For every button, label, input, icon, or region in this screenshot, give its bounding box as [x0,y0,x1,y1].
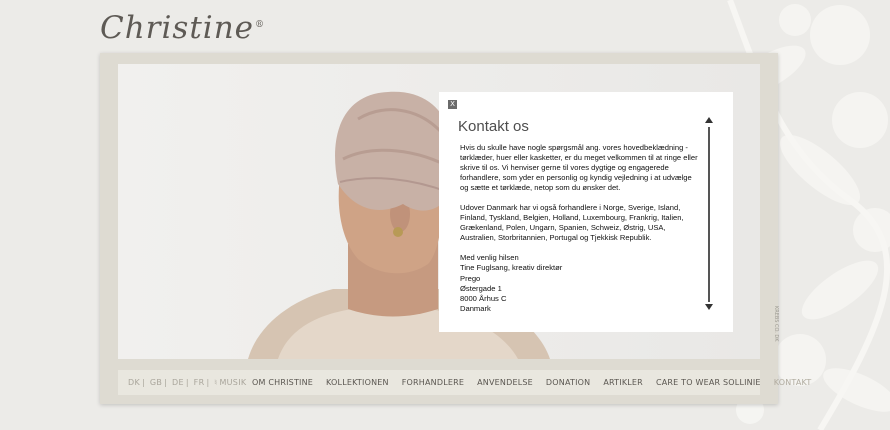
music-icon[interactable]: ♮ [214,378,217,387]
scrollbar-track[interactable] [708,127,710,302]
scroll-down-arrow-icon[interactable] [705,304,713,310]
signature-line: Danmark [460,303,491,313]
signature-line: Prego [460,273,481,283]
lang-dk[interactable]: DK [128,378,140,387]
signature-line: Med venlig hilsen [460,253,519,263]
nav-donation[interactable]: DONATION [546,378,590,387]
signature-line: Østergade 1 [460,283,502,293]
registered-mark: ® [255,19,266,30]
music-toggle[interactable]: MUSIK [219,378,246,387]
panel-body: Hvis du skulle have nogle spørgsmål ang.… [460,143,702,314]
signature-line: 8000 Århus C [460,293,507,303]
paragraph: Hvis du skulle have nogle spørgsmål ang.… [460,143,698,193]
panel-title: Kontakt os [458,118,529,135]
nav-bar: DK | GB | DE | FR | ♮ MUSIK OM CHRISTINE KOLL… [118,370,811,395]
logo-text: Christine [100,10,255,46]
scroll-up-arrow-icon[interactable] [705,117,713,123]
lang-separator: | [142,378,146,387]
lang-separator: | [206,378,210,387]
lang-fr[interactable]: FR [194,378,205,387]
nav-kontakt[interactable]: KONTAKT [774,378,812,387]
nav-kollektionen[interactable]: KOLLEKTIONEN [326,378,389,387]
nav-artikler[interactable]: ARTIKLER [603,378,643,387]
christine-logo[interactable]: Christine® [100,10,265,46]
lang-separator: | [164,378,168,387]
nav-forhandlere[interactable]: FORHANDLERE [402,378,464,387]
nav-care-to-wear[interactable]: CARE TO WEAR SOLLINIE [656,378,761,387]
close-icon[interactable]: X [448,100,457,109]
main-nav: OM CHRISTINE KOLLEKTIONEN FORHANDLERE AN… [252,378,811,387]
credit-text[interactable]: KREBS CO. DK [773,306,779,342]
nav-anvendelse[interactable]: ANVENDELSE [477,378,533,387]
lang-de[interactable]: DE [172,378,184,387]
signature-line: Tine Fuglsang, kreativ direktør [460,263,563,273]
contact-panel: X Kontakt os Hvis du skulle have nogle s… [439,92,733,332]
language-selector: DK | GB | DE | FR | ♮ MUSIK [128,378,248,387]
paragraph: Udover Danmark har vi også forhandlere i… [460,203,684,243]
nav-om-christine[interactable]: OM CHRISTINE [252,378,313,387]
lang-gb[interactable]: GB [150,378,162,387]
lang-separator: | [185,378,189,387]
